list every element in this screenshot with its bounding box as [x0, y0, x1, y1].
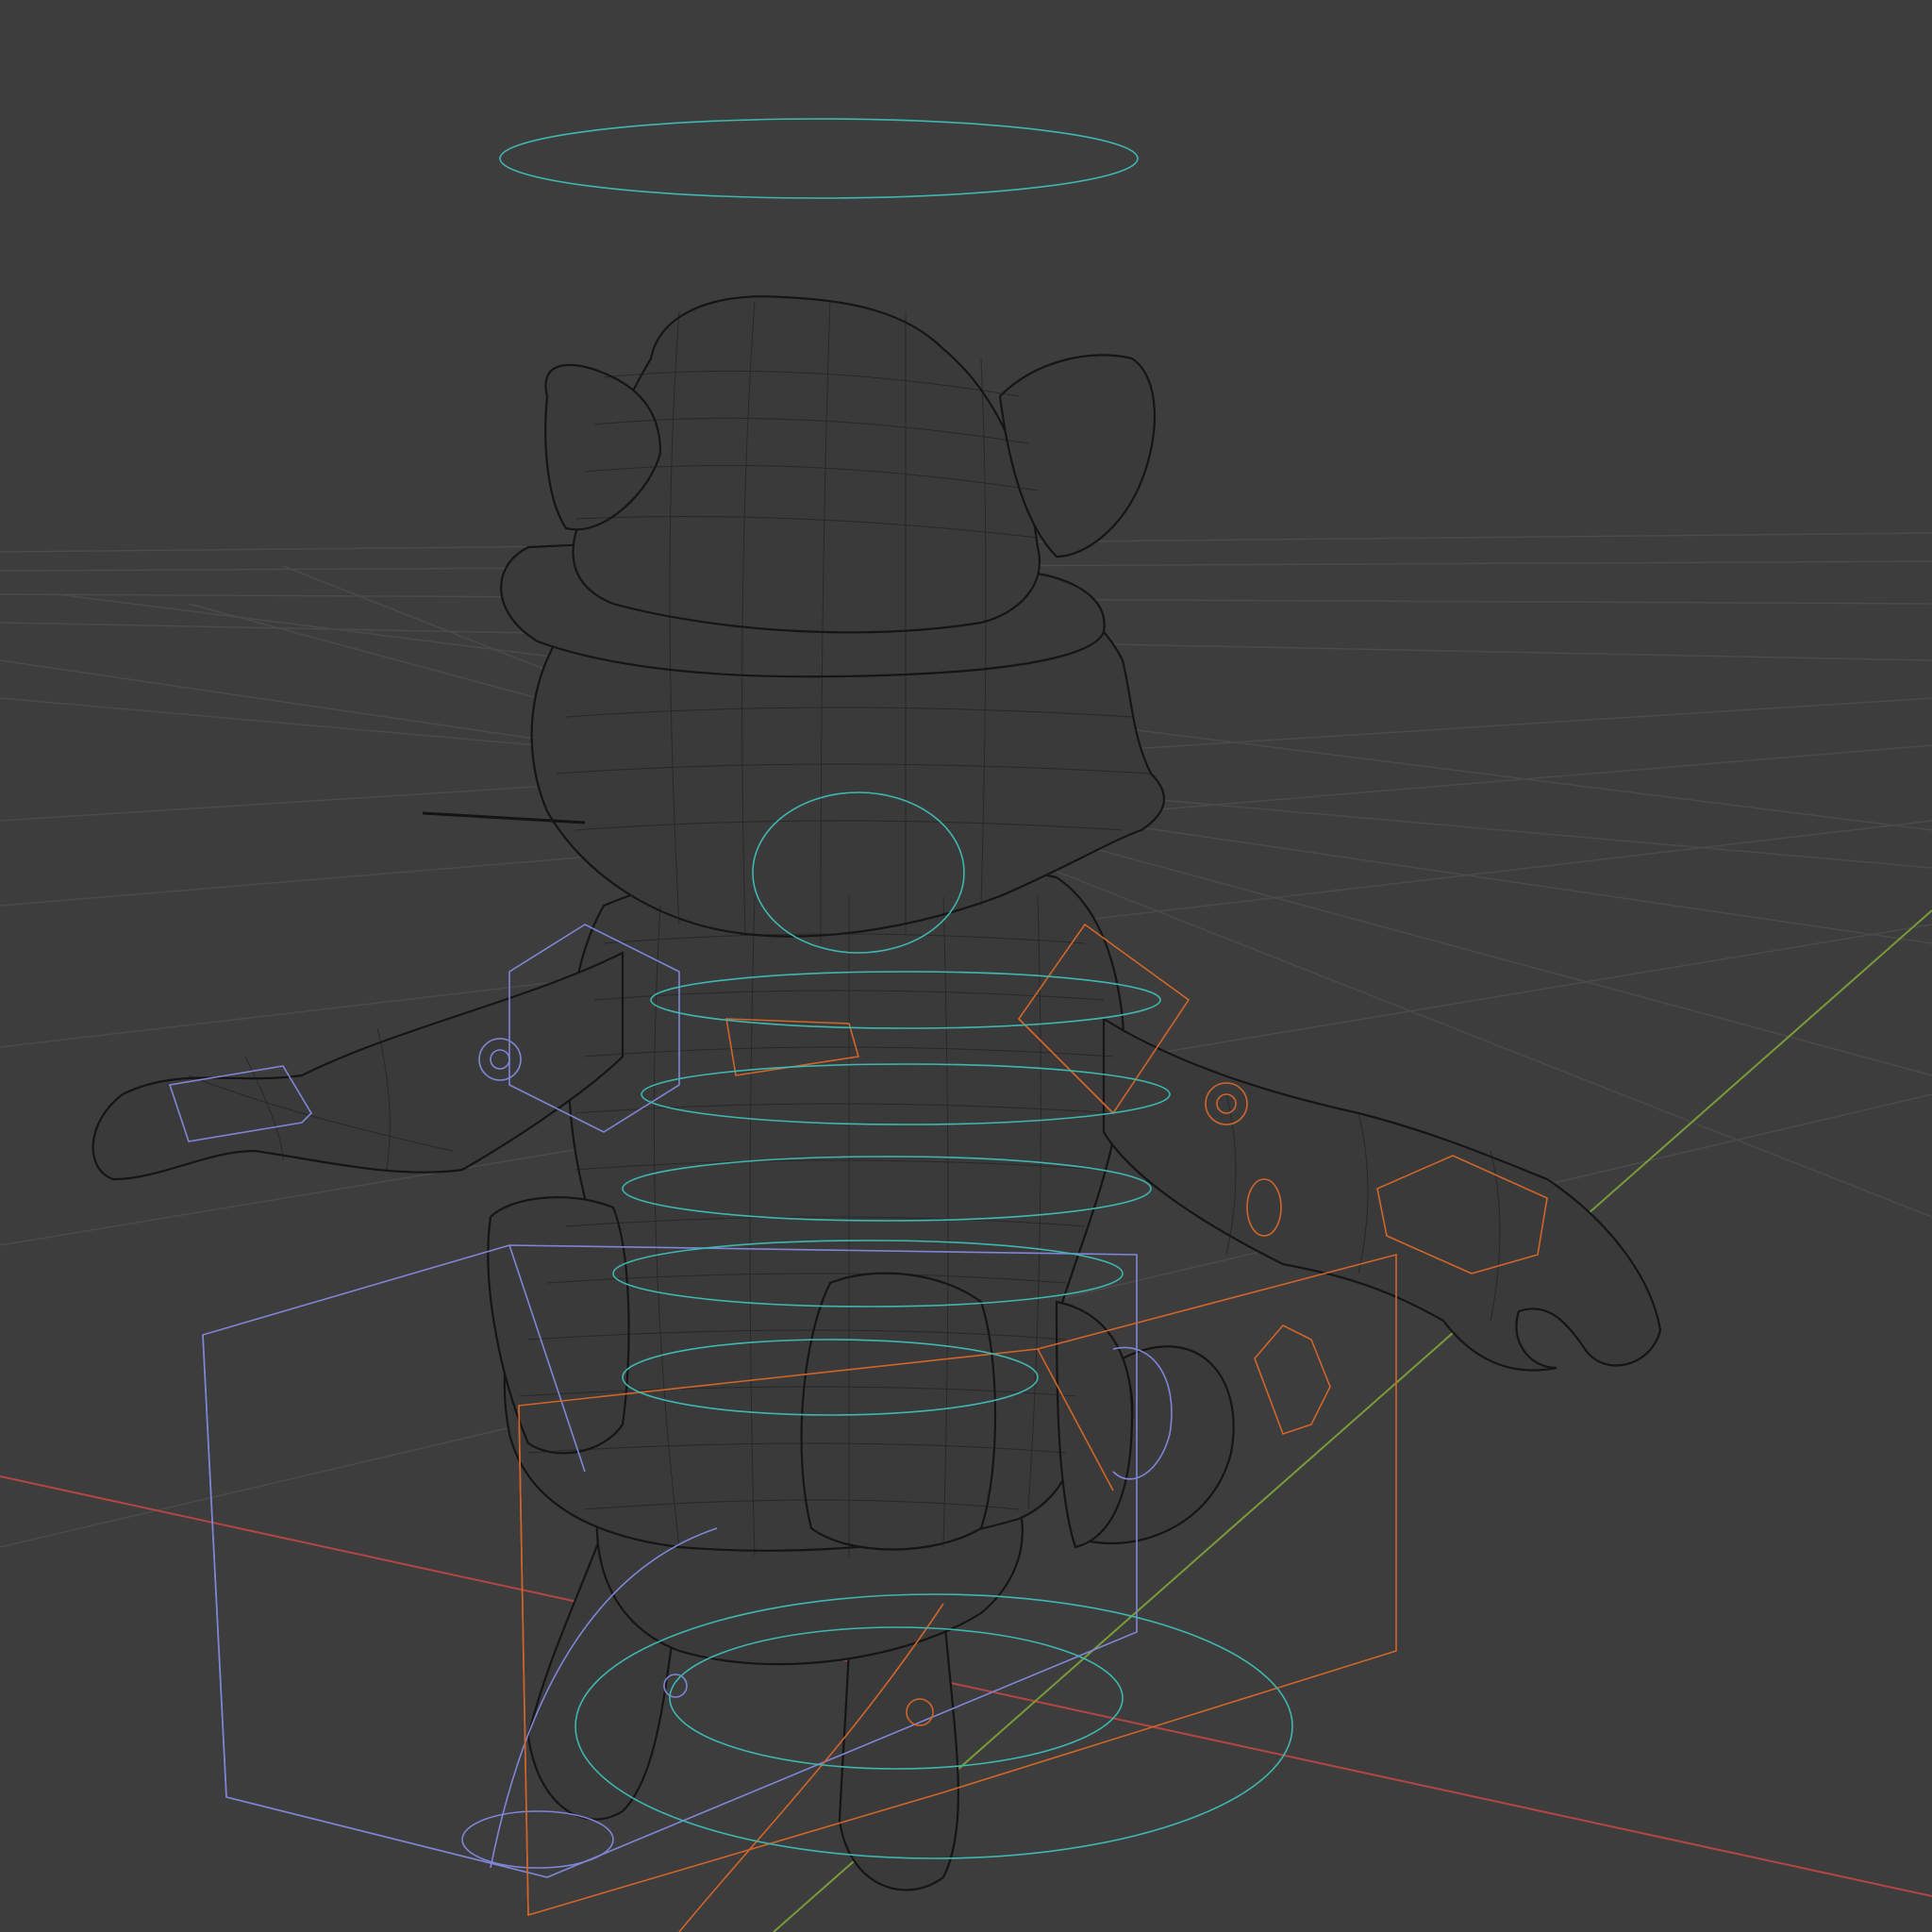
3d-viewport[interactable] [0, 0, 1932, 1932]
left-foot-control[interactable] [461, 1810, 614, 1869]
right-arm-mesh [1102, 1017, 1662, 1372]
center-pouch-mesh [800, 1272, 997, 1551]
left-arm-mesh [92, 951, 625, 1181]
left-knee-control[interactable] [663, 1674, 688, 1698]
character-mesh[interactable] [92, 295, 1662, 1891]
root-halo-control[interactable] [499, 118, 1139, 199]
right-tail-control[interactable] [1254, 1324, 1331, 1436]
viewport-canvas[interactable] [0, 0, 1932, 1932]
